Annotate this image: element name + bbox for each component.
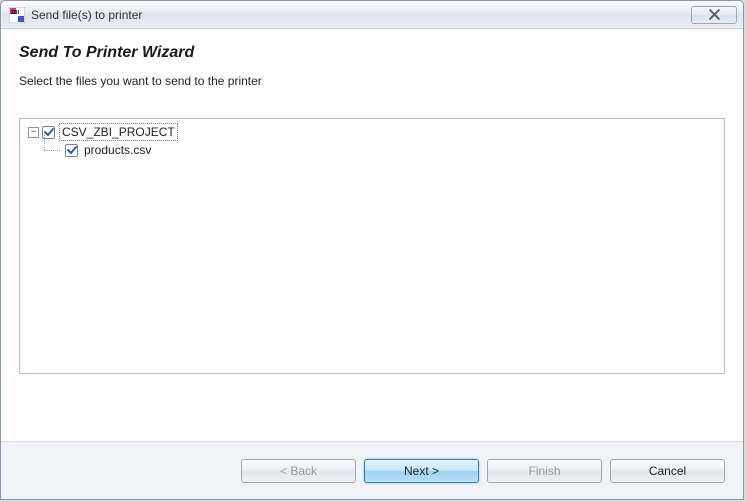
close-button[interactable] xyxy=(691,6,737,24)
button-bar: < Back Next > Finish Cancel xyxy=(1,441,743,499)
tree-child-label[interactable]: products.csv xyxy=(82,142,153,158)
cancel-button[interactable]: Cancel xyxy=(610,459,725,483)
next-button[interactable]: Next > xyxy=(364,459,479,483)
expand-toggle-icon[interactable]: − xyxy=(28,127,39,138)
checkmark-icon xyxy=(44,127,54,137)
app-icon: ZBI xyxy=(9,7,25,23)
back-button: < Back xyxy=(241,459,356,483)
wizard-header: Send To Printer Wizard Select the files … xyxy=(1,30,743,104)
wizard-title: Send To Printer Wizard xyxy=(19,44,725,62)
window-title: Send file(s) to printer xyxy=(31,8,691,22)
tree-connector-icon xyxy=(39,141,65,159)
file-tree[interactable]: − CSV_ZBI_PROJECT products.csv xyxy=(19,118,725,374)
dialog-window: ZBI Send file(s) to printer Send To Prin… xyxy=(0,0,744,500)
wizard-subtitle: Select the files you want to send to the… xyxy=(19,74,725,88)
titlebar: ZBI Send file(s) to printer xyxy=(1,1,743,29)
tree-child-row[interactable]: products.csv xyxy=(35,141,720,159)
content-area: Send To Printer Wizard Select the files … xyxy=(1,29,743,499)
tree-root-label[interactable]: CSV_ZBI_PROJECT xyxy=(59,123,178,141)
svg-text:ZBI: ZBI xyxy=(11,10,20,16)
tree-root-row[interactable]: − CSV_ZBI_PROJECT xyxy=(24,123,720,141)
checkbox-child[interactable] xyxy=(65,144,78,157)
checkmark-icon xyxy=(67,145,77,155)
close-icon xyxy=(709,9,720,20)
finish-button: Finish xyxy=(487,459,602,483)
